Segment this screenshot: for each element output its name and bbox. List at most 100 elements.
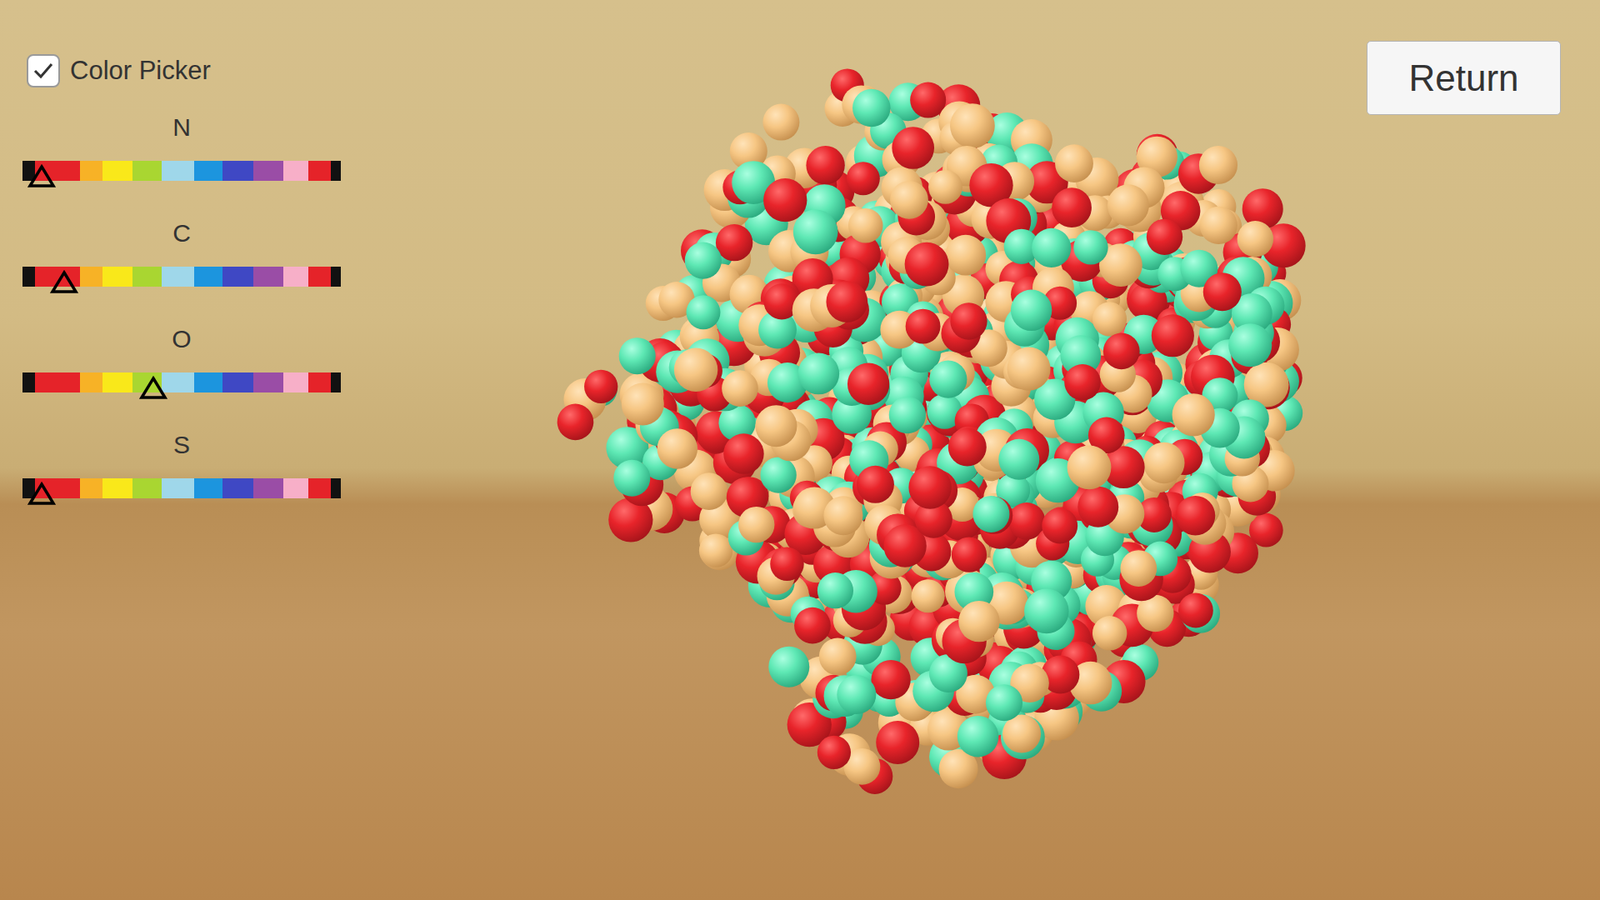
atom (1031, 228, 1071, 268)
atom (770, 547, 805, 582)
atom (1143, 442, 1185, 485)
return-button[interactable]: Return (1366, 40, 1561, 115)
molecule-model[interactable] (533, 50, 1442, 825)
color-swatch (330, 372, 341, 393)
atom (889, 396, 926, 434)
slider-handle-icon[interactable] (28, 481, 55, 505)
slider-handle-icon[interactable] (28, 164, 55, 188)
atom (1006, 347, 1050, 391)
slider-label: C (172, 218, 191, 249)
color-swatch (132, 266, 161, 287)
atom (1237, 220, 1275, 258)
color-slider: O (22, 324, 341, 393)
atom (1151, 314, 1195, 357)
slider-list: N C O S (22, 112, 341, 499)
color-slider: N (22, 112, 341, 181)
atom (1092, 301, 1127, 336)
atom (911, 579, 945, 613)
atom (686, 295, 721, 330)
color-swatch (161, 478, 195, 499)
color-swatch (330, 160, 341, 181)
slider-label: N (172, 112, 191, 143)
atom (1077, 486, 1119, 528)
atom (905, 309, 941, 345)
atom (763, 178, 807, 222)
slider-label: O (171, 324, 191, 355)
color-swatch (283, 478, 308, 499)
atom (557, 404, 595, 441)
atom (768, 646, 810, 688)
color-swatch (253, 372, 285, 393)
hud: Color Picker N C O S Return (0, 0, 1600, 900)
color-swatch (283, 160, 308, 181)
color-swatch (132, 160, 161, 181)
color-swatch (35, 478, 80, 499)
atom (908, 465, 951, 509)
color-swatch (283, 266, 308, 287)
atom (823, 495, 863, 535)
color-swatch (161, 160, 195, 181)
color-swatch (253, 266, 285, 287)
atom (846, 161, 880, 195)
color-swatch (253, 478, 285, 499)
atom (1199, 145, 1238, 185)
atom (619, 337, 656, 375)
atom (957, 715, 999, 757)
atom (856, 465, 895, 504)
color-swatch (161, 266, 195, 287)
color-swatch (102, 266, 134, 287)
checkbox[interactable] (26, 54, 60, 88)
color-picker-toggle[interactable]: Color Picker (26, 53, 341, 89)
color-swatch (283, 372, 308, 393)
atom (621, 383, 665, 426)
atom (1073, 230, 1108, 265)
atom (760, 456, 796, 493)
color-swatch (102, 478, 134, 499)
color-swatch (308, 372, 331, 393)
checkbox-label: Color Picker (70, 55, 211, 86)
atom (1055, 144, 1094, 183)
atom (1092, 615, 1127, 650)
atom (958, 600, 1000, 642)
color-slider-track[interactable] (22, 160, 341, 181)
color-slider-track[interactable] (22, 372, 341, 393)
color-slider-track[interactable] (22, 478, 341, 499)
atom (738, 506, 775, 543)
atom (1067, 445, 1112, 490)
color-swatch (330, 478, 341, 499)
atom (805, 145, 845, 185)
atom (797, 353, 840, 395)
atom (1200, 206, 1238, 245)
color-swatch (161, 372, 195, 393)
atom (699, 533, 733, 567)
color-swatch (308, 266, 331, 287)
atom (948, 428, 987, 467)
atom (928, 170, 963, 205)
atom (875, 720, 920, 765)
atom (972, 495, 1010, 533)
slider-handle-icon[interactable] (50, 270, 78, 294)
atom (891, 126, 935, 170)
atom (905, 242, 950, 287)
atom (836, 675, 876, 715)
atom (1041, 508, 1078, 545)
slider-handle-icon[interactable] (140, 375, 167, 400)
atom (1120, 550, 1157, 587)
color-swatch (80, 266, 103, 287)
color-slider-track[interactable] (22, 266, 341, 287)
slider-label: S (173, 430, 190, 460)
atom (584, 370, 618, 404)
color-swatch (194, 160, 223, 181)
color-swatch (80, 478, 103, 499)
atom (945, 235, 986, 276)
color-swatch (222, 372, 254, 393)
atom (1103, 333, 1140, 370)
color-swatch (22, 266, 35, 287)
color-swatch (330, 266, 341, 287)
check-icon (31, 59, 55, 83)
atom (794, 607, 831, 645)
atom (910, 82, 946, 119)
color-swatch (222, 478, 254, 499)
atom (848, 208, 884, 244)
atom (1024, 589, 1070, 635)
